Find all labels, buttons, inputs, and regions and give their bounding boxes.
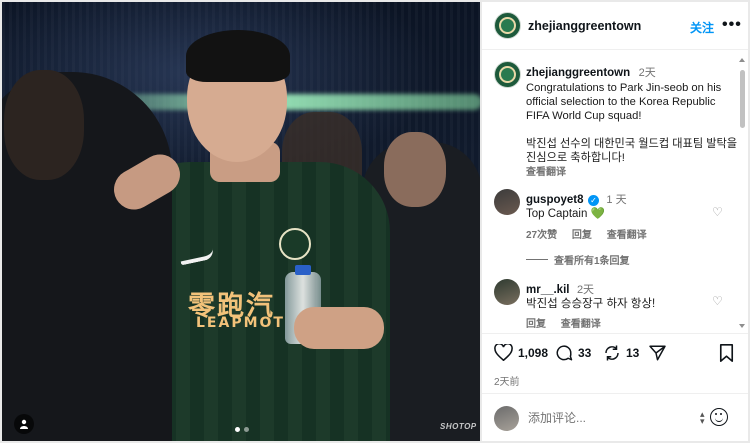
heart-icon <box>494 344 513 361</box>
comment-see-translation[interactable]: 查看翻译 <box>607 230 647 241</box>
comment-username[interactable]: guspoyet8 <box>526 194 584 206</box>
club-logo-icon <box>498 16 517 35</box>
comment-text-content: Top Captain 💚 <box>526 208 605 220</box>
save-button[interactable] <box>719 344 734 362</box>
caption-text-ko: 박진섭 선수의 대한민국 월드컵 대표팀 발탁을 진심으로 축하합니다! <box>526 138 738 164</box>
club-logo-icon <box>498 65 517 84</box>
comment-button[interactable]: 33 <box>555 344 591 362</box>
emoji-icon[interactable] <box>710 408 728 426</box>
commenter-avatar[interactable] <box>494 279 520 305</box>
caption-time[interactable]: 2天 <box>639 67 656 79</box>
post-actions: 1,098 33 13 2天前 <box>482 333 748 393</box>
player-hair <box>186 30 290 82</box>
more-horizontal-icon[interactable]: ••• <box>722 16 742 34</box>
post-header: zhejianggreentown 关注 ••• <box>482 2 748 50</box>
comment-text: 박진섭 승승장구 하자 항상! <box>526 295 655 311</box>
view-replies-label: 查看所有1条回复 <box>554 256 630 267</box>
comment-reply-button[interactable]: 回复 <box>526 319 546 330</box>
comment-like-icon[interactable]: ♡ <box>712 294 723 308</box>
reorder-arrows-icon: ▴ ▾ <box>700 409 705 426</box>
add-comment-input[interactable] <box>528 411 688 425</box>
comment-meta: 27次赞 回复 查看翻译 <box>526 226 659 241</box>
comments-list[interactable]: zhejianggreentown 2天 Congratulations to … <box>482 51 748 333</box>
share-button[interactable] <box>648 344 667 362</box>
player-hand <box>294 307 384 349</box>
post-photo[interactable]: 零跑汽 LEAPMOT SHOTOP <box>2 2 480 441</box>
account-username[interactable]: zhejianggreentown <box>528 19 641 33</box>
carousel-dot-active <box>235 427 240 432</box>
follow-button[interactable]: 关注 <box>690 19 714 36</box>
caption-text-en: Congratulations to Park Jin-seob on his … <box>526 82 722 122</box>
comment-bubble-icon <box>556 345 573 361</box>
caption-header: zhejianggreentown 2天 <box>526 63 656 81</box>
scroll-down-arrow-icon[interactable] <box>739 324 745 328</box>
like-count: 1,098 <box>518 345 549 360</box>
photo-credit: SHOTOP <box>440 422 477 431</box>
comment-reply-button[interactable]: 回复 <box>572 230 592 241</box>
comment-text: Top Captain 💚 <box>526 206 605 220</box>
comment-likes[interactable]: 27次赞 <box>526 230 557 241</box>
current-user-avatar <box>494 406 519 431</box>
share-count: 13 <box>626 346 640 360</box>
comment-count: 33 <box>578 346 592 360</box>
post-modal: 零跑汽 LEAPMOT SHOTOP zhejianggreentown 关注 … <box>0 0 750 443</box>
comment-meta: 回复 查看翻译 <box>526 315 613 330</box>
view-replies-button[interactable]: 查看所有1条回复 <box>526 252 630 267</box>
foreground-person-head <box>4 70 84 180</box>
comment-text-content: 박진섭 승승장구 하자 항상! <box>526 298 656 310</box>
bookmark-icon <box>719 344 734 362</box>
comments-scrollbar[interactable] <box>738 56 746 332</box>
club-crest <box>279 228 311 260</box>
post-timestamp[interactable]: 2天前 <box>494 373 520 388</box>
carousel-indicator <box>235 427 249 432</box>
send-icon <box>649 345 666 361</box>
verified-badge-icon: ✓ <box>587 195 599 206</box>
account-avatar[interactable] <box>494 12 521 39</box>
tagged-users-icon[interactable] <box>14 414 34 434</box>
comment-time[interactable]: 1 天 <box>606 194 626 206</box>
repost-button[interactable]: 13 <box>603 344 639 362</box>
scroll-up-arrow-icon[interactable] <box>739 58 745 62</box>
comment-see-translation[interactable]: 查看翻译 <box>561 319 601 330</box>
caption-body: Congratulations to Park Jin-seob on his … <box>526 81 740 165</box>
post-side-panel: zhejianggreentown 关注 ••• zhejianggreento… <box>482 2 748 441</box>
add-comment-bar: ▴▾ <box>482 393 748 441</box>
replies-divider <box>526 259 548 260</box>
comment-like-icon[interactable]: ♡ <box>712 205 723 219</box>
caption-avatar[interactable] <box>494 61 521 88</box>
repost-icon <box>605 345 619 361</box>
scroll-thumb[interactable] <box>740 70 745 128</box>
background-official-head <box>384 132 446 207</box>
caption-see-translation[interactable]: 查看翻译 <box>526 163 566 178</box>
caption-username[interactable]: zhejianggreentown <box>526 67 630 79</box>
water-bottle-cap <box>295 265 311 275</box>
commenter-avatar[interactable] <box>494 189 520 215</box>
jersey-sponsor-en: LEAPMOT <box>196 315 285 331</box>
like-button[interactable]: 1,098 <box>494 344 548 361</box>
carousel-dot <box>244 427 249 432</box>
